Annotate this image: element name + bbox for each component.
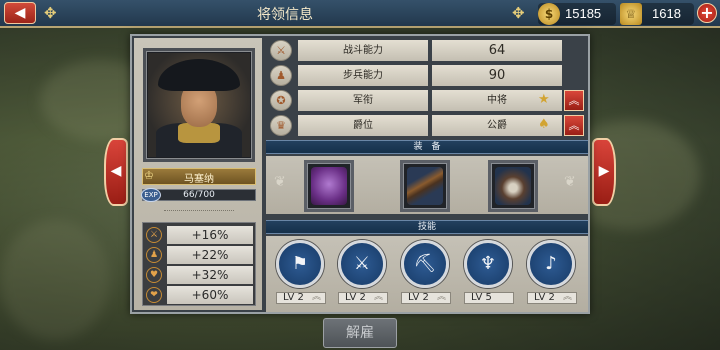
equipment-title: 装 备 xyxy=(413,142,441,152)
general-name: 马塞纳 xyxy=(184,174,214,185)
gold-coin-icon: $ xyxy=(538,3,560,25)
ornament-divider xyxy=(164,210,234,212)
skill-infantry-march[interactable]: ⚑ xyxy=(276,240,324,288)
bonus-row: ⚔ +16% xyxy=(145,226,253,244)
gold-counter: $ 15185 xyxy=(538,3,616,25)
ornament-icon: ❦ xyxy=(564,174,576,190)
equipment-slot-backpack[interactable] xyxy=(488,160,538,212)
page-title: 将领信息 xyxy=(257,7,313,23)
promote-rank-button[interactable]: ︽ xyxy=(564,90,584,111)
general-info-panel: ♔ 马塞纳 66/700 EXP ⚔ +16% ♟ +22% ♥ +32% ❤ xyxy=(130,34,590,314)
double-chevron-up-icon: ︽ xyxy=(568,94,580,107)
stat-label: 爵位 xyxy=(298,115,428,136)
medal-value: 1618 xyxy=(652,6,681,21)
star-rank-icon: ★ xyxy=(538,92,550,107)
stat-row-combat: ⚔ 战斗能力 64 xyxy=(268,40,584,61)
skill-volley-fire[interactable]: ⚔ xyxy=(338,240,386,288)
chevron-left-icon: ◀ xyxy=(110,163,122,179)
rank-icon: ✪ xyxy=(270,90,292,111)
level-chevron-icon: ︽ xyxy=(437,292,447,302)
stat-value: 64 xyxy=(432,40,562,61)
bonus-row: ♟ +22% xyxy=(145,246,253,264)
skill-bugle[interactable]: ♪ xyxy=(527,240,575,288)
bonus-value: +16% xyxy=(167,226,253,244)
stat-label: 战斗能力 xyxy=(298,40,428,61)
stat-label: 军衔 xyxy=(298,90,428,111)
skills-area: ⚑ LV 2 ︽ ⚔ LV 2 ︽ ⛏ LV 2 ︽ ♆ LV 5 ♪ LV 2… xyxy=(266,236,588,312)
bonus-list: ⚔ +16% ♟ +22% ♥ +32% ❤ +60% xyxy=(142,222,256,306)
volley-fire-icon: ⚔ xyxy=(353,253,371,274)
infantry-march-icon: ⚑ xyxy=(291,253,309,274)
ornament-icon: ❦ xyxy=(274,174,286,190)
bonus-row: ❤ +60% xyxy=(145,286,253,304)
exp-badge: EXP xyxy=(141,188,161,202)
dismiss-button[interactable]: 解雇 xyxy=(323,318,397,348)
infantry-icon: ♟ xyxy=(146,247,162,263)
stat-value: 90 xyxy=(432,65,562,86)
equipment-header: 装 备 xyxy=(266,140,588,154)
medal-icon: ♕ xyxy=(620,3,642,25)
horn-title-icon: ♠ xyxy=(538,117,550,132)
bonus-row: ♥ +32% xyxy=(145,266,253,284)
back-button[interactable]: ◀ xyxy=(4,2,36,24)
skill-level: LV 5 xyxy=(464,292,514,304)
level-chevron-icon: ︽ xyxy=(312,292,322,302)
fleur-de-lis-icon: ✥ xyxy=(44,4,57,22)
skill-trench[interactable]: ⛏ xyxy=(401,240,449,288)
promote-title-button[interactable]: ︽ xyxy=(564,115,584,136)
bonus-value: +32% xyxy=(167,266,253,284)
portrait-frame xyxy=(143,48,255,162)
crown-icon: ♛ xyxy=(270,115,292,136)
level-chevron-icon: ︽ xyxy=(374,292,384,302)
bugle-icon: ♪ xyxy=(545,253,557,274)
backpack-icon xyxy=(495,167,531,205)
fleur-de-lis-icon: ✥ xyxy=(512,4,525,22)
level-chevron-icon: ︽ xyxy=(563,292,573,302)
purple-heart-medal-icon xyxy=(311,167,347,205)
bonus-value: +60% xyxy=(167,286,253,304)
general-portrait xyxy=(148,53,250,157)
trench-icon: ⛏ xyxy=(413,253,437,274)
torch-icon: ♆ xyxy=(479,253,497,274)
equipment-area: ❦ ❦ xyxy=(266,156,588,214)
shield-heart-icon: ♥ xyxy=(146,267,162,283)
stat-row-title: ♛ 爵位 公爵 ♠ ︽ xyxy=(268,115,584,136)
exp-bar: 66/700 EXP xyxy=(141,188,256,202)
musket-icon xyxy=(407,167,443,205)
name-bar: ♔ 马塞纳 xyxy=(142,168,256,185)
next-general-button[interactable]: ▶ xyxy=(592,138,616,206)
prev-general-button[interactable]: ◀ xyxy=(104,138,128,206)
back-arrow-icon: ◀ xyxy=(14,5,26,21)
skills-header: 技能 xyxy=(266,220,588,234)
skills-title: 技能 xyxy=(417,222,436,232)
medal-counter: ♕ 1618 xyxy=(620,3,694,25)
double-chevron-up-icon: ︽ xyxy=(568,119,580,132)
equipment-slot-musket[interactable] xyxy=(400,160,450,212)
skill-torch[interactable]: ♆ xyxy=(464,240,512,288)
equipment-slot-medal[interactable] xyxy=(304,160,354,212)
top-bar: ◀ ✥ 将领信息 ✥ $ 15185 ♕ 1618 + xyxy=(0,0,720,28)
add-currency-button[interactable]: + xyxy=(697,3,717,23)
chevron-right-icon: ▶ xyxy=(598,163,610,179)
stat-row-infantry: ♟ 步兵能力 90 xyxy=(268,65,584,86)
stat-label: 步兵能力 xyxy=(298,65,428,86)
bonus-value: +22% xyxy=(167,246,253,264)
heart-icon: ❤ xyxy=(146,287,162,303)
general-profile: ♔ 马塞纳 66/700 EXP ⚔ +16% ♟ +22% ♥ +32% ❤ xyxy=(134,38,262,310)
infantry-icon: ♟ xyxy=(270,65,292,86)
stat-row-rank: ✪ 军衔 中将 ★ ︽ xyxy=(268,90,584,111)
gold-value: 15185 xyxy=(565,6,602,21)
sword-icon: ⚔ xyxy=(146,227,162,243)
crossed-swords-icon: ⚔ xyxy=(270,40,292,61)
